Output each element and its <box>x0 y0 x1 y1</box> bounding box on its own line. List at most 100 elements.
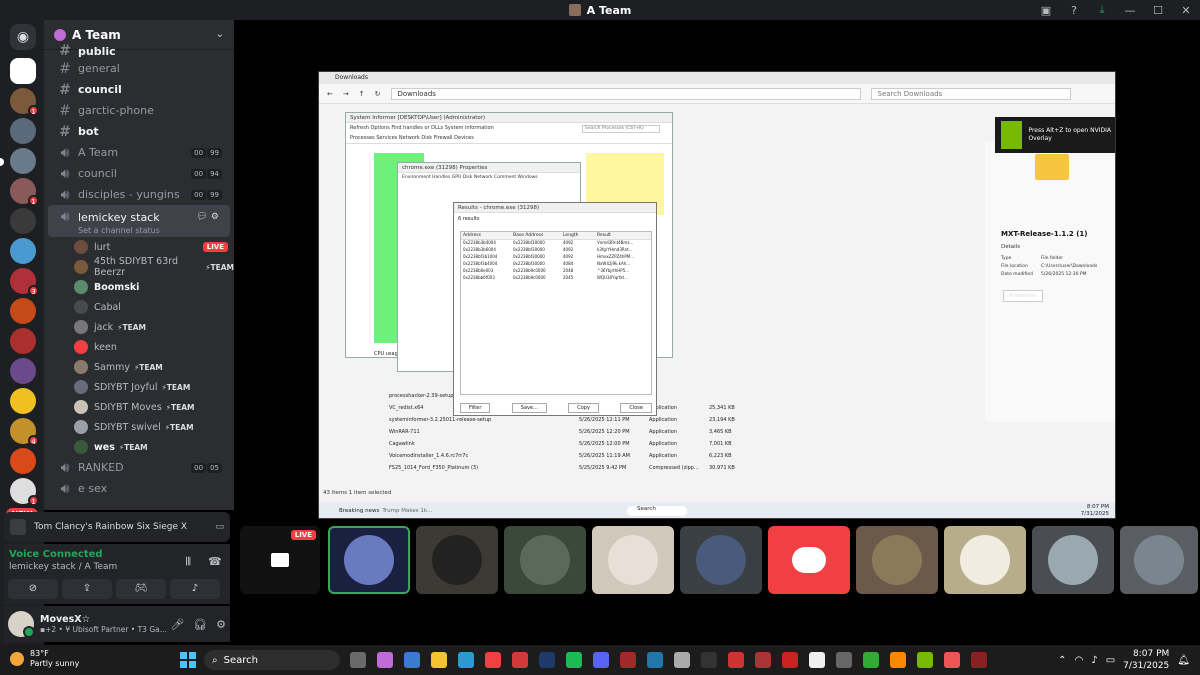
results-button[interactable]: Close <box>620 403 652 413</box>
voice-user[interactable]: lurt LIVE <box>44 237 234 257</box>
server-icon[interactable] <box>10 238 36 264</box>
taskbar-app-icon[interactable] <box>755 652 771 668</box>
selected-voice-channel[interactable]: 🔊︎ lemickey stack 💬︎⚙ Set a channel stat… <box>48 205 230 237</box>
voice-status[interactable]: Voice Connected <box>9 549 103 560</box>
up-icon[interactable]: ↑ <box>359 90 365 98</box>
screen-share-icon[interactable]: ▭ <box>215 522 224 532</box>
file-row[interactable]: Cagawlink 5/26/2025 12:00 PM Application 7,… <box>389 438 989 450</box>
taskbar-app-icon[interactable] <box>674 652 690 668</box>
voice-user[interactable]: keen <box>44 337 234 357</box>
wifi-icon[interactable]: ◠ <box>1075 655 1084 666</box>
taskbar-app-icon[interactable] <box>620 652 636 668</box>
close-button[interactable]: ✕ <box>1172 4 1200 17</box>
voice-user[interactable]: Boomski <box>44 277 234 297</box>
results-button[interactable]: Filter <box>460 403 491 413</box>
explorer-search[interactable]: Search Downloads <box>870 87 1071 100</box>
microphone-icon[interactable]: 🎤︎ <box>170 618 184 631</box>
stream-view[interactable]: Downloads ← → ↑ ↻ Downloads Search Download… <box>318 71 1116 519</box>
taskbar-app-icon[interactable] <box>485 652 501 668</box>
participant-tile[interactable] <box>856 526 938 594</box>
chevron-up-icon[interactable]: ⌃ <box>1058 655 1066 666</box>
taskbar-app-icon[interactable] <box>701 652 717 668</box>
inbox-icon[interactable]: ▣ <box>1032 4 1060 17</box>
voice-user[interactable]: SDIYBT Joyful ⚡TEAM <box>44 377 234 397</box>
server-icon[interactable] <box>10 208 36 234</box>
voice-channel-item[interactable]: 🔊︎ disciples - yungins 00 99 <box>48 184 230 205</box>
voice-user[interactable]: wes ⚡TEAM <box>44 437 234 457</box>
stream-tile[interactable]: LIVE <box>240 526 320 594</box>
disconnect-icon[interactable]: ☎ <box>208 555 222 568</box>
voice-user[interactable]: jack ⚡TEAM <box>44 317 234 337</box>
username[interactable]: MovesX☆ <box>40 614 167 625</box>
taskbar-app-icon[interactable] <box>647 652 663 668</box>
gear-icon[interactable]: ⚙ <box>216 618 226 631</box>
participant-tile[interactable] <box>1120 526 1198 594</box>
battery-icon[interactable]: ▭ <box>1106 655 1115 666</box>
server-icon[interactable] <box>10 448 36 474</box>
results-button[interactable]: Save... <box>511 403 547 413</box>
camera-button[interactable]: ⊘ <box>8 579 58 599</box>
headphones-icon[interactable]: 🎧︎ <box>193 618 207 631</box>
taskbar-app-icon[interactable] <box>944 652 960 668</box>
server-icon[interactable]: 1 <box>10 178 39 206</box>
taskbar-app-icon[interactable] <box>593 652 609 668</box>
voice-user[interactable]: SDIYBT Moves ⚡TEAM <box>44 397 234 417</box>
participant-tile[interactable] <box>1032 526 1114 594</box>
server-icon[interactable] <box>10 58 36 84</box>
start-button[interactable] <box>180 652 196 668</box>
server-icon[interactable] <box>10 148 36 174</box>
channel-status[interactable]: Set a channel status <box>58 226 222 235</box>
channel-item[interactable]: # general <box>48 58 230 79</box>
results-window[interactable]: Results - chrome.exe (31298) 6 results A… <box>453 202 657 416</box>
channel-item[interactable]: # council <box>48 79 230 100</box>
server-icon[interactable]: 1 <box>10 478 39 506</box>
file-row[interactable]: WinRAR-711 5/26/2025 12:20 PM Application 3… <box>389 426 989 438</box>
participant-tile[interactable] <box>328 526 410 594</box>
taskbar-app-icon[interactable] <box>917 652 933 668</box>
download-icon[interactable]: ⤓ <box>1088 3 1116 17</box>
taskbar-app-icon[interactable] <box>863 652 879 668</box>
process-search-input[interactable]: Search Processes (Ctrl+K) <box>582 125 660 133</box>
taskbar-app-icon[interactable] <box>971 652 987 668</box>
soundboard-button[interactable]: ♪ <box>170 579 220 599</box>
taskbar-app-icon[interactable] <box>431 652 447 668</box>
voice-channel-item[interactable]: 🔊︎ e sex <box>48 478 230 499</box>
server-icon[interactable] <box>10 298 36 324</box>
help-icon[interactable]: ? <box>1060 4 1088 17</box>
voice-channel-item[interactable]: 🔊︎ council 00 94 <box>48 163 230 184</box>
server-icon[interactable] <box>10 388 36 414</box>
voice-user[interactable]: SDIYBT swivel ⚡TEAM <box>44 417 234 437</box>
taskbar-app-icon[interactable] <box>377 652 393 668</box>
participant-tile[interactable] <box>504 526 586 594</box>
server-icon[interactable] <box>10 328 36 354</box>
server-icon[interactable] <box>10 358 36 384</box>
server-icon[interactable]: 1 <box>10 88 39 116</box>
taskbar-app-icon[interactable] <box>809 652 825 668</box>
file-row[interactable]: VoicemodInstaller_1.4.6.rc7rr7c 5/26/2025… <box>389 450 989 462</box>
refresh-icon[interactable]: ↻ <box>375 90 381 98</box>
file-row[interactable]: FS25_1014_Ford_F350_Platinum (3) 5/25/202… <box>389 462 989 474</box>
channel-action-icons[interactable]: 💬︎⚙ <box>197 212 223 222</box>
taskbar-app-icon[interactable] <box>350 652 366 668</box>
weather-widget[interactable]: 83°F Partly sunny <box>10 649 79 669</box>
voice-location[interactable]: lemickey stack / A Team <box>9 562 117 572</box>
clock[interactable]: 8:07 PM 7/31/2025 <box>1123 648 1169 672</box>
participant-tile[interactable] <box>680 526 762 594</box>
participant-tile[interactable] <box>592 526 674 594</box>
table-row[interactable]: 0x2238bf3b1004 0x2238bf30000 4092 HmxxZZPZ4… <box>461 254 651 261</box>
taskbar-app-icon[interactable] <box>782 652 798 668</box>
activities-button[interactable]: 🎮︎ <box>116 579 166 599</box>
notification-icon[interactable]: 🔔︎ <box>1177 655 1190 666</box>
discord-home-icon[interactable]: ◉ <box>10 24 36 50</box>
channel-item[interactable]: # public <box>48 43 230 59</box>
taskbar-app-icon[interactable] <box>566 652 582 668</box>
participant-tile[interactable] <box>416 526 498 594</box>
table-row[interactable]: 0x2238b6e003 0x2238b9c0000 2048 ^36YbjrthHP… <box>461 268 651 275</box>
voice-channel-item[interactable]: 🔊︎ A Team 00 99 <box>48 142 230 163</box>
voice-user[interactable]: 45th SDIYBT 63rd Beerzr ⚡TEAM <box>44 256 234 278</box>
maximize-button[interactable]: ☐ <box>1144 4 1172 17</box>
address-input[interactable]: Downloads <box>390 87 861 100</box>
forward-icon[interactable]: → <box>343 90 349 98</box>
table-row[interactable]: 0x2238bf3b4004 0x2238bf30000 4084 NxW42j9k.… <box>461 261 651 268</box>
voice-channel-item[interactable]: 🔊︎ RANKED 00 05 <box>48 457 230 478</box>
